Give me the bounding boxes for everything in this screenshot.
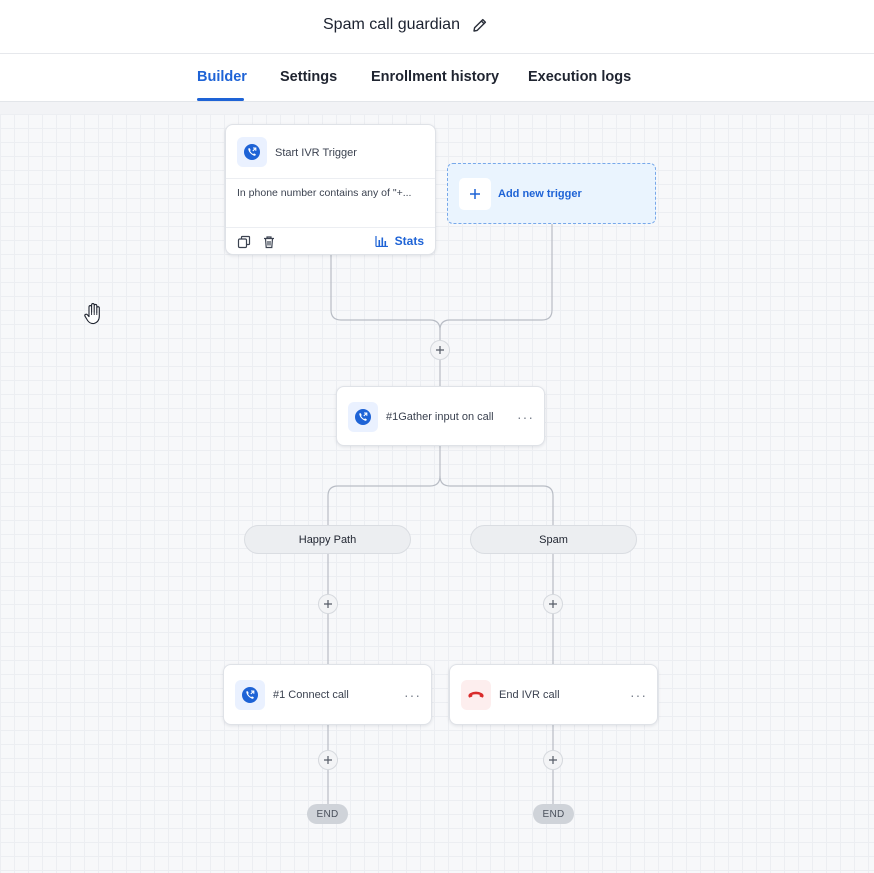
add-step-button[interactable] (318, 594, 338, 614)
step-label: End IVR call (499, 689, 560, 701)
divider (226, 227, 435, 228)
more-options-icon[interactable]: ··· (630, 688, 647, 702)
title-group: Spam call guardian (323, 16, 489, 34)
branch-happy-path[interactable]: Happy Path (244, 525, 411, 554)
step-label: #1 Connect call (273, 689, 349, 701)
pencil-icon[interactable] (471, 16, 489, 34)
plus-icon (459, 178, 491, 210)
canvas-top-strip (0, 102, 874, 114)
trigger-title: Start IVR Trigger (275, 147, 357, 159)
workflow-title: Spam call guardian (323, 16, 460, 33)
hand-cursor-icon (83, 302, 105, 326)
add-step-button[interactable] (318, 750, 338, 770)
divider (226, 178, 435, 179)
top-bar: Spam call guardian (0, 0, 874, 54)
add-step-button[interactable] (543, 594, 563, 614)
stats-button[interactable]: Stats (375, 234, 424, 248)
add-step-button[interactable] (430, 340, 450, 360)
phone-incoming-icon (235, 680, 265, 710)
tab-enrollment-history[interactable]: Enrollment history (371, 69, 499, 85)
end-node: END (533, 804, 574, 824)
trash-icon[interactable] (262, 235, 276, 249)
step-end-ivr-call[interactable]: End IVR call ··· (449, 664, 658, 725)
phone-incoming-icon (237, 137, 267, 167)
builder-canvas[interactable] (0, 102, 874, 873)
trigger-card[interactable]: Start IVR Trigger In phone number contai… (225, 124, 436, 255)
tab-builder[interactable]: Builder (197, 69, 247, 85)
tab-bar: Builder Settings Enrollment history Exec… (0, 54, 874, 102)
branch-spam[interactable]: Spam (470, 525, 637, 554)
bar-chart-icon (375, 236, 388, 247)
phone-incoming-icon (348, 402, 378, 432)
stats-label: Stats (394, 234, 424, 248)
tab-execution-logs[interactable]: Execution logs (528, 69, 631, 85)
step-connect-call[interactable]: #1 Connect call ··· (223, 664, 432, 725)
tab-settings[interactable]: Settings (280, 69, 337, 85)
end-node: END (307, 804, 348, 824)
step-gather-input[interactable]: #1Gather input on call ··· (336, 386, 545, 446)
trigger-condition: In phone number contains any of "+... (237, 187, 412, 199)
add-trigger-button[interactable]: Add new trigger (447, 163, 656, 224)
phone-hangup-icon (461, 680, 491, 710)
add-trigger-label: Add new trigger (498, 188, 582, 200)
step-label: #1Gather input on call (386, 411, 494, 423)
more-options-icon[interactable]: ··· (517, 410, 534, 424)
active-tab-indicator (197, 98, 244, 101)
add-step-button[interactable] (543, 750, 563, 770)
more-options-icon[interactable]: ··· (404, 688, 421, 702)
duplicate-icon[interactable] (237, 235, 251, 249)
